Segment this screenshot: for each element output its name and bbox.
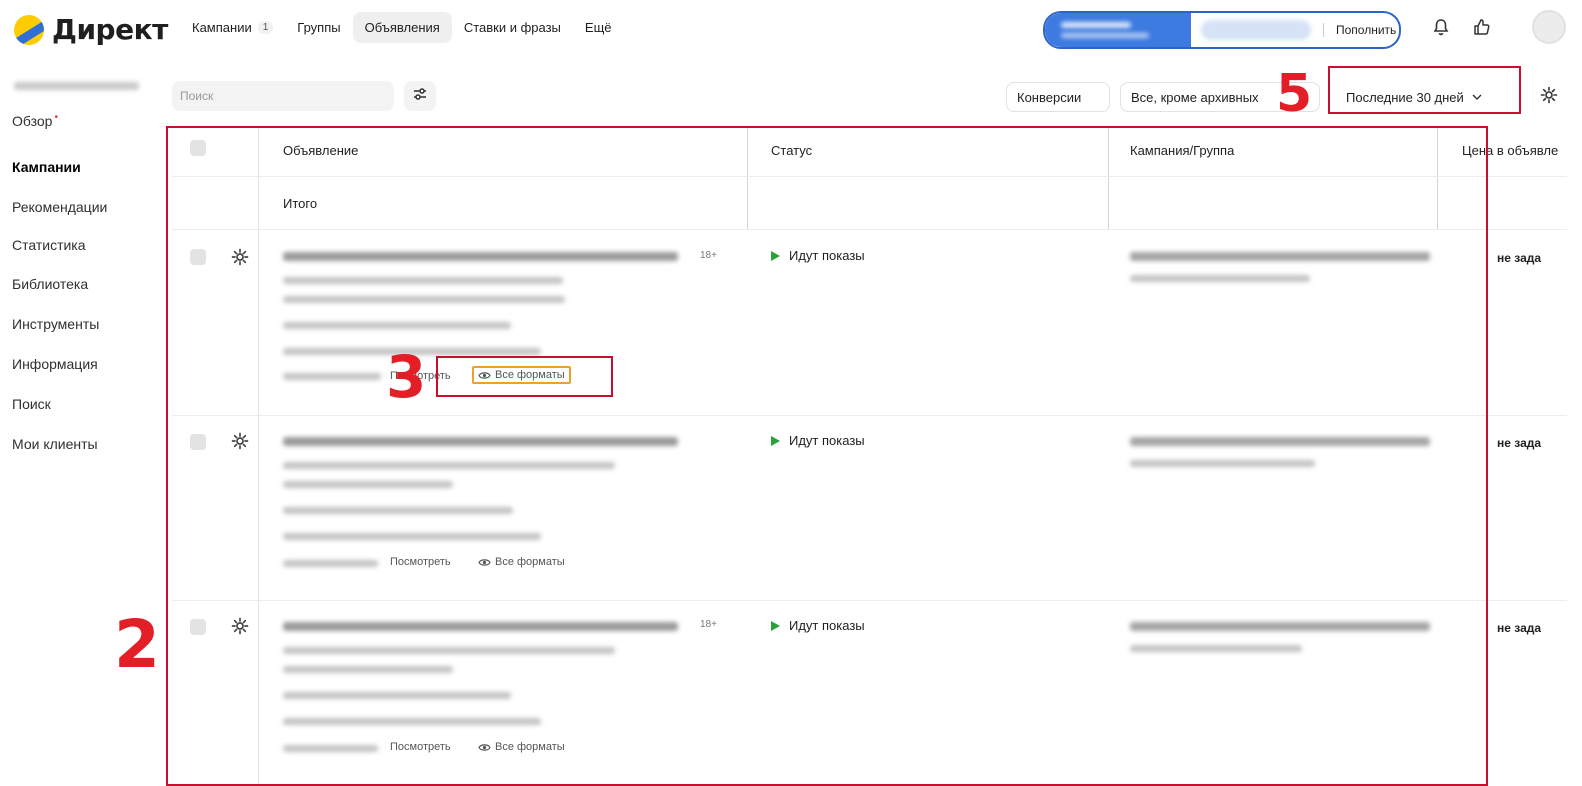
annotation-number-5: 5 bbox=[1276, 64, 1313, 124]
logo-text: Директ bbox=[52, 13, 168, 46]
annotation-number-2: 2 bbox=[114, 606, 160, 683]
yandex-logo-icon bbox=[14, 14, 44, 45]
top-navigation: Кампании 1 Группы Объявления Ставки и фр… bbox=[180, 12, 624, 43]
topup-button[interactable]: Пополнить bbox=[1323, 23, 1396, 37]
sidebar-item-label: Статистика bbox=[12, 237, 86, 253]
sidebar-item-overview[interactable]: Обзор • bbox=[12, 112, 58, 129]
price-cell: не зада bbox=[1497, 621, 1542, 635]
annotation-number-3: 3 bbox=[386, 343, 427, 411]
notification-badge: • bbox=[54, 112, 58, 123]
search-field[interactable] bbox=[172, 81, 394, 111]
nav-ads[interactable]: Объявления bbox=[352, 12, 452, 43]
annotation-box-formats bbox=[436, 356, 613, 397]
search-input[interactable] bbox=[178, 88, 388, 104]
sidebar-item-campaigns[interactable]: Кампании bbox=[12, 159, 81, 175]
nav-ads-label: Объявления bbox=[364, 20, 440, 35]
sidebar-item-label: Поиск bbox=[12, 396, 51, 412]
user-avatar[interactable] bbox=[1532, 10, 1566, 44]
settings-gear-button[interactable] bbox=[1532, 82, 1566, 112]
sidebar-item-label: Библиотека bbox=[12, 276, 89, 292]
sidebar-item-label: Кампании bbox=[12, 159, 81, 175]
nav-campaigns[interactable]: Кампании 1 bbox=[180, 12, 285, 43]
bonus-pill[interactable] bbox=[1045, 13, 1191, 47]
sidebar-item-recommendations[interactable]: Рекомендации bbox=[12, 199, 107, 215]
nav-more[interactable]: Ещё bbox=[573, 12, 624, 43]
nav-campaigns-label: Кампании bbox=[192, 20, 252, 35]
sidebar-item-statistics[interactable]: Статистика bbox=[12, 237, 86, 253]
nav-more-label: Ещё bbox=[584, 20, 612, 35]
nav-groups[interactable]: Группы bbox=[285, 12, 352, 43]
bell-icon[interactable] bbox=[1428, 14, 1454, 40]
thumbs-up-icon[interactable] bbox=[1469, 14, 1495, 40]
sidebar-item-info[interactable]: Информация bbox=[12, 356, 98, 372]
nav-bids-phrases[interactable]: Ставки и фразы bbox=[452, 12, 573, 43]
sidebar-item-label: Рекомендации bbox=[12, 199, 108, 215]
nav-campaigns-count: 1 bbox=[257, 21, 274, 34]
conversions-label: Конверсии bbox=[1017, 89, 1082, 105]
conversions-button[interactable]: Конверсии bbox=[1006, 82, 1110, 112]
price-cell: не зада bbox=[1497, 436, 1542, 450]
annotation-box-period bbox=[1328, 66, 1521, 114]
sidebar-item-label: Обзор bbox=[12, 113, 53, 129]
logo[interactable]: Директ bbox=[14, 13, 168, 46]
sliders-icon bbox=[413, 87, 427, 106]
filter-button[interactable] bbox=[404, 81, 436, 111]
annotation-box-table bbox=[166, 126, 1488, 786]
budget-widget[interactable]: Пополнить bbox=[1043, 11, 1401, 49]
sidebar-item-tools[interactable]: Инструменты bbox=[12, 316, 99, 332]
sidebar-item-library[interactable]: Библиотека bbox=[12, 276, 88, 292]
account-name[interactable] bbox=[14, 82, 139, 90]
nav-bids-label: Ставки и фразы bbox=[463, 20, 561, 35]
sidebar-item-label: Мои клиенты bbox=[12, 436, 98, 452]
balance-value bbox=[1201, 20, 1311, 40]
price-cell: не зада bbox=[1497, 251, 1542, 265]
archive-filter-label: Все, кроме архивных bbox=[1131, 89, 1259, 105]
sidebar-item-search[interactable]: Поиск bbox=[12, 396, 51, 412]
nav-groups-label: Группы bbox=[297, 20, 341, 35]
sidebar-item-label: Инструменты bbox=[12, 316, 100, 332]
sidebar-item-my-clients[interactable]: Мои клиенты bbox=[12, 436, 98, 452]
gear-icon bbox=[1540, 86, 1558, 109]
sidebar-item-label: Информация bbox=[12, 356, 98, 372]
